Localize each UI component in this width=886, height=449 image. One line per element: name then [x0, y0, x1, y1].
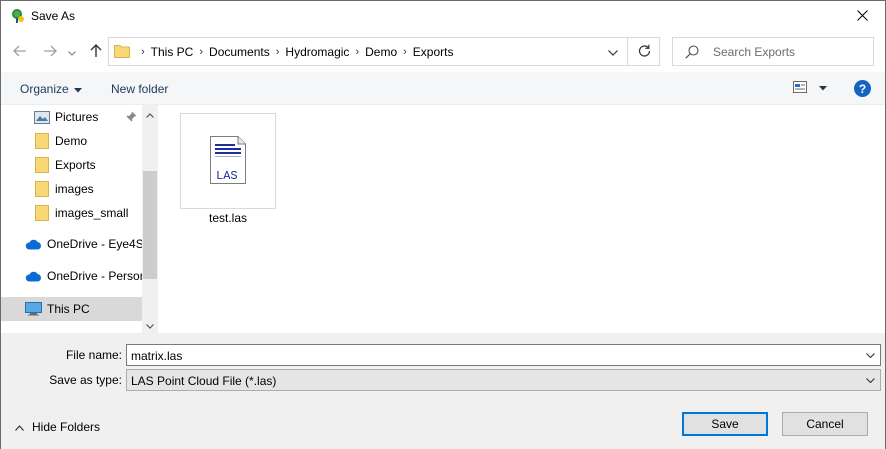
sidebar-item-label: This PC	[47, 302, 90, 316]
organize-button[interactable]: Organize	[20, 82, 82, 96]
hide-folders-label: Hide Folders	[32, 420, 101, 434]
save-as-type-select[interactable]: LAS Point Cloud File (*.las)	[126, 369, 881, 391]
refresh-icon	[638, 44, 651, 60]
file-item[interactable]: LAS	[180, 113, 276, 209]
sidebar-item-images[interactable]: images	[1, 177, 142, 201]
save-button[interactable]: Save	[682, 412, 768, 436]
folder-icon	[35, 133, 49, 149]
command-bar: Organize New folder ?	[1, 72, 885, 105]
breadcrumb: › This PC › Documents › Hydromagic › Dem…	[135, 38, 453, 65]
chevron-down-icon[interactable]	[863, 373, 877, 387]
breadcrumb-this-pc[interactable]: This PC	[151, 45, 194, 59]
save-options-panel: File name: matrix.las Save as type: LAS …	[1, 333, 885, 449]
file-name-label: test.las	[208, 211, 247, 225]
sidebar-item-images-small[interactable]: images_small	[1, 201, 142, 225]
breadcrumb-demo[interactable]: Demo	[365, 45, 397, 59]
search-input[interactable]: Search Exports	[672, 37, 874, 66]
search-icon	[685, 45, 699, 62]
save-as-type-label-text: Save as type:	[49, 373, 122, 387]
chevron-right-icon[interactable]: ›	[403, 46, 407, 58]
arrow-left-icon	[13, 45, 27, 60]
computer-icon	[25, 302, 42, 316]
sidebar-item-exports[interactable]: Exports	[1, 153, 142, 177]
chevron-right-icon: ›	[141, 45, 145, 58]
cancel-button[interactable]: Cancel	[782, 412, 868, 436]
back-button[interactable]	[9, 41, 31, 63]
recent-locations-button[interactable]	[65, 41, 79, 63]
file-name-label: File name:	[51, 348, 122, 362]
forward-button[interactable]	[39, 41, 61, 63]
organize-label: Organize	[20, 82, 69, 96]
chevron-down-icon	[68, 45, 76, 59]
sidebar-item-demo[interactable]: Demo	[1, 129, 142, 153]
sidebar-item-pictures[interactable]: Pictures	[1, 105, 142, 129]
chevron-up-icon	[146, 107, 154, 121]
file-name-label-text: File name:	[65, 348, 122, 362]
up-button[interactable]	[85, 41, 107, 63]
change-view-button[interactable]	[793, 81, 827, 96]
sidebar-item-label: images	[55, 182, 94, 196]
chevron-up-icon	[15, 420, 24, 434]
help-button[interactable]: ?	[854, 80, 871, 97]
pictures-folder-icon	[34, 110, 50, 124]
hide-folders-button[interactable]: Hide Folders	[15, 420, 100, 434]
scrollbar-thumb[interactable]	[143, 171, 157, 279]
refresh-button[interactable]	[627, 38, 660, 65]
file-name-field[interactable]: matrix.las	[126, 344, 881, 366]
chevron-right-icon[interactable]: ›	[276, 46, 280, 58]
scroll-down-button[interactable]	[142, 316, 158, 333]
chevron-down-icon	[608, 45, 618, 59]
sidebar-item-label: images_small	[55, 206, 129, 220]
sidebar-item-label: OneDrive - Persor	[47, 269, 144, 283]
close-button[interactable]	[839, 1, 885, 32]
onedrive-icon	[25, 271, 42, 282]
breadcrumb-hydromagic[interactable]: Hydromagic	[285, 45, 349, 59]
chevron-down-icon	[146, 318, 154, 332]
search-placeholder: Search Exports	[713, 45, 796, 59]
navigation-bar: › This PC › Documents › Hydromagic › Dem…	[1, 32, 885, 72]
folder-icon	[35, 181, 49, 197]
app-icon	[10, 8, 26, 24]
caret-down-icon	[73, 82, 82, 96]
close-icon	[856, 9, 868, 24]
sidebar-item-label: Demo	[55, 134, 88, 148]
save-as-type-label: Save as type:	[31, 373, 122, 387]
file-icon-text: LAS	[216, 169, 238, 183]
breadcrumb-exports[interactable]: Exports	[413, 45, 454, 59]
folder-icon	[35, 157, 49, 173]
navigation-pane: Pictures Demo Exports images images_smal…	[1, 105, 158, 333]
sidebar-item-label: Pictures	[55, 110, 99, 124]
title-bar: Save As	[1, 1, 885, 32]
file-name-value: matrix.las	[131, 349, 183, 363]
save-as-dialog: Save As › This PC › Documents › Hydromag…	[0, 0, 886, 449]
window-title: Save As	[31, 9, 76, 23]
chevron-right-icon[interactable]: ›	[199, 46, 203, 58]
folder-icon	[114, 44, 130, 61]
view-icon	[793, 81, 807, 96]
file-list: LAS test.las	[159, 105, 885, 333]
caret-down-icon[interactable]	[819, 86, 827, 91]
pin-icon[interactable]	[126, 111, 137, 125]
sidebar-item-onedrive-eye4sc[interactable]: OneDrive - Eye4Sc	[1, 232, 150, 256]
chevron-down-icon[interactable]	[863, 348, 877, 362]
folder-icon	[35, 205, 49, 221]
sidebar-item-label: OneDrive - Eye4Sc	[47, 237, 150, 251]
arrow-up-icon	[90, 43, 102, 61]
breadcrumb-documents[interactable]: Documents	[209, 45, 270, 59]
address-dropdown-button[interactable]	[600, 38, 626, 65]
onedrive-icon	[25, 239, 42, 250]
scroll-up-button[interactable]	[142, 105, 158, 122]
new-folder-button[interactable]: New folder	[111, 82, 168, 96]
arrow-right-icon	[43, 45, 57, 60]
address-bar[interactable]: › This PC › Documents › Hydromagic › Dem…	[108, 37, 660, 66]
sidebar-item-this-pc[interactable]: This PC	[1, 297, 142, 321]
sidebar-item-label: Exports	[55, 158, 96, 172]
save-as-type-value: LAS Point Cloud File (*.las)	[131, 374, 277, 388]
navigation-scrollbar[interactable]	[142, 105, 158, 333]
chevron-right-icon[interactable]: ›	[355, 46, 359, 58]
sidebar-item-onedrive-personal[interactable]: OneDrive - Persor	[1, 264, 144, 288]
